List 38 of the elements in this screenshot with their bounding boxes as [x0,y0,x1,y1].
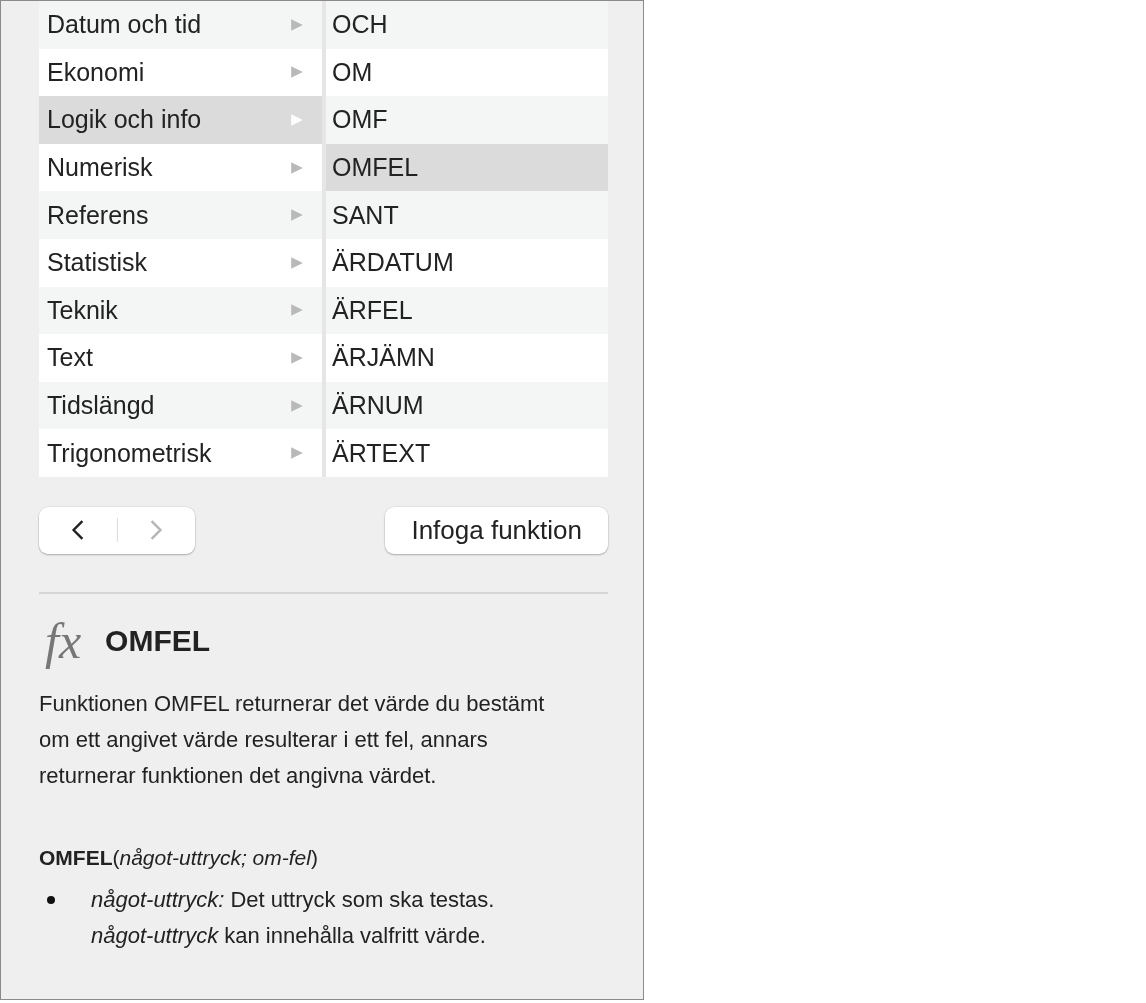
function-description: Funktionen OMFEL returnerar det värde du bestämt om ett angivet värde resulterar i ett fel, annars returnerar funktionen det angivna värdet. [39,689,546,790]
function-name: OMFEL [105,623,211,658]
category-item[interactable]: Text [39,334,322,382]
function-item[interactable]: ÄRTEXT [326,429,608,477]
triangle-arrow-icon [290,160,304,175]
function-item[interactable]: ÄRDATUM [326,238,608,287]
function-item[interactable]: OM [326,48,608,97]
function-item[interactable]: OMF [326,96,608,144]
category-item[interactable]: Referens [39,191,322,239]
triangle-arrow-icon [290,350,304,365]
category-item[interactable]: Logik och info [39,96,322,144]
category-item[interactable]: Ekonomi [39,48,322,97]
triangle-arrow-icon [290,208,304,223]
category-item[interactable]: Numerisk [39,143,322,192]
triangle-arrow-icon [290,17,304,32]
function-item[interactable]: ÄRFEL [326,286,608,335]
function-item[interactable]: ÄRNUM [326,381,608,430]
bullet-icon [47,895,55,904]
insert-function-button[interactable]: Infoga funktion [385,506,608,554]
function-item[interactable]: ÄRJÄMN [326,334,608,382]
triangle-arrow-icon [290,446,304,461]
triangle-arrow-icon [290,303,304,318]
function-item[interactable]: SANT [326,191,608,239]
triangle-arrow-icon [290,113,304,127]
chevron-left-icon [70,519,85,542]
triangle-arrow-icon [290,398,304,413]
chevron-right-icon [149,519,164,542]
triangle-arrow-icon [290,255,304,270]
triangle-arrow-icon [290,65,304,80]
function-item[interactable]: OCH [326,1,608,49]
category-item[interactable]: Statistisk [39,238,322,287]
category-item[interactable]: Datum och tid [39,1,322,49]
function-syntax: OMFEL(något-uttryck; om-fel) [39,845,319,870]
category-item[interactable]: Trigonometrisk [39,429,322,477]
function-item[interactable]: OMFEL [326,143,608,192]
category-item[interactable]: Teknik [39,286,322,335]
category-item[interactable]: Tidslängd [39,381,322,430]
argument-description: något-uttryck: Det uttryck som ska testas. något-uttryck kan innehålla valfritt värde. [91,885,496,950]
